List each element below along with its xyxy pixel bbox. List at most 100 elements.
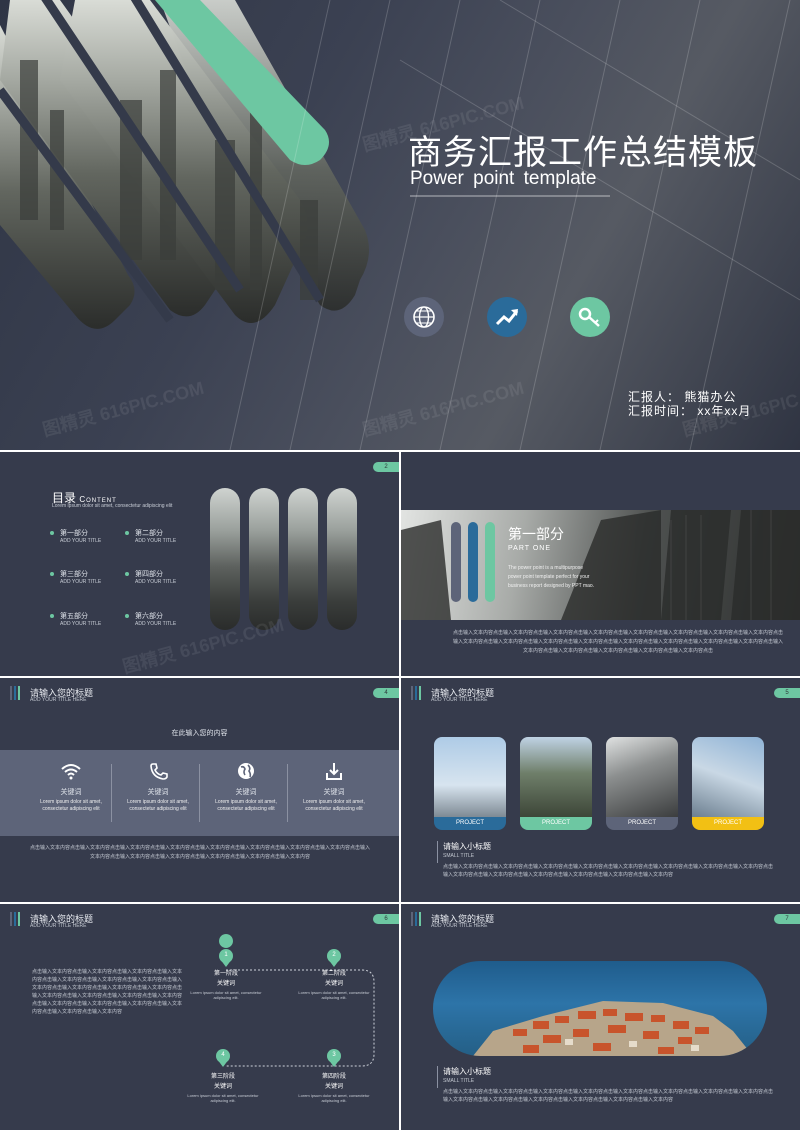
city-capsule-photo	[288, 488, 318, 630]
trend-up-icon	[487, 297, 527, 337]
step-text: Lorem ipsum dolor sit amet, consectetur …	[187, 1093, 259, 1103]
header-bars	[411, 912, 423, 931]
toc-item-sub: ADD YOUR TITLE	[135, 621, 177, 627]
toc-desc: Lorem ipsum dolor sit amet, consectetur …	[52, 503, 173, 509]
step-text: Lorem ipsum dolor sit amet, consectetur …	[298, 1093, 370, 1103]
bullet-icon	[125, 531, 129, 535]
project-photo	[434, 737, 506, 817]
keyword-card: 关键词 Lorem ipsum dolor sit amet, consecte…	[114, 762, 202, 813]
keywords-slide: 请输入您的标题 ADD YOUR TITLE HERE 4 在此输入您的内容 关…	[0, 678, 399, 902]
step-key: 关键词	[213, 1084, 232, 1090]
step-text: Lorem ipsum dolor sit amet, consectetur …	[298, 990, 370, 1000]
part-body: 点击输入文本内容点击输入文本内容点击输入文本内容点击输入文本内容点击输入文本内容…	[453, 630, 784, 654]
divider	[437, 841, 438, 863]
slide-body: 点击输入文本内容点击输入文本内容点击输入文本内容点击输入文本内容点击输入文本内容…	[443, 864, 774, 878]
step-number: 2	[332, 952, 336, 958]
header-bars	[10, 686, 22, 705]
download-icon	[326, 763, 342, 780]
part-title: 第一部分	[508, 526, 564, 542]
divider	[437, 1066, 438, 1088]
project-photo	[520, 737, 592, 817]
toc-item-label: 第三部分	[60, 571, 88, 578]
keyword-card: 关键词 Lorem ipsum dolor sit amet, consecte…	[27, 762, 115, 813]
step-stage: 第一阶段	[213, 971, 238, 977]
header-bars	[411, 686, 423, 705]
timeline-step: 第四阶段 关键词 Lorem ipsum dolor sit amet, con…	[294, 1074, 374, 1103]
project-card[interactable]: PROJECT	[606, 737, 678, 830]
timeline-slide: 请输入您的标题 ADD YOUR TITLE HERE 6 点击输入文本内容点击…	[0, 904, 399, 1130]
timeline-step: 第二阶段 关键词 Lorem ipsum dolor sit amet, con…	[294, 971, 374, 1000]
toc-item-label: 第六部分	[135, 613, 163, 620]
project-photo	[692, 737, 764, 817]
center-prompt: 在此输入您的内容	[171, 730, 228, 737]
cover-slide: 商务汇报工作总结模板 Power point template 汇报人： 熊猫办…	[0, 0, 800, 450]
project-card[interactable]: PROJECT	[434, 737, 506, 830]
keyword-label: 关键词	[235, 789, 257, 796]
city-capsule-photo	[210, 488, 240, 630]
page-number: 7	[774, 914, 800, 924]
keyword-text: Lorem ipsum dolor sit amet, consectetur …	[40, 799, 102, 812]
timeline-step: 第三阶段 关键词 Lorem ipsum dolor sit amet, con…	[183, 1074, 263, 1103]
keyword-label: 关键词	[323, 789, 345, 796]
step-stage: 第四阶段	[321, 1074, 346, 1080]
project-photo	[606, 737, 678, 817]
toc-item-sub: ADD YOUR TITLE	[60, 621, 102, 627]
toc-slide: 2 目录 Content Lorem ipsum dolor sit amet,…	[0, 452, 399, 676]
toc-item-label: 第一部分	[60, 530, 88, 537]
project-card[interactable]: PROJECT	[692, 737, 764, 830]
globe-icon	[238, 763, 254, 779]
toc-item-label: 第四部分	[135, 571, 163, 578]
projects-slide: 请输入您的标题 ADD YOUR TITLE HERE 5 PROJECT PR…	[401, 678, 800, 902]
page-number: 4	[373, 688, 399, 698]
key-icon	[570, 297, 610, 337]
project-label: PROJECT	[606, 817, 678, 830]
small-subtitle: SMALL TITLE	[443, 1078, 475, 1084]
slide-body: 点击输入文本内容点击输入文本内容点击输入文本内容点击输入文本内容点击输入文本内容…	[30, 845, 371, 860]
step-text: Lorem ipsum dolor sit amet, consectetur …	[190, 990, 262, 1000]
part-sub: PART ONE	[508, 545, 552, 552]
small-title: 请输入小标题	[443, 1067, 491, 1076]
step-stage: 第二阶段	[321, 971, 346, 977]
coastal-town-photo	[433, 961, 767, 1056]
timeline-step: 第一阶段 关键词 Lorem ipsum dolor sit amet, con…	[186, 971, 266, 1000]
bullet-icon	[50, 531, 54, 535]
step-number: 1	[224, 952, 228, 958]
toc-item-sub: ADD YOUR TITLE	[60, 538, 102, 544]
bullet-icon	[50, 572, 54, 576]
toc-item-sub: ADD YOUR TITLE	[60, 579, 102, 585]
part-one-slide: 第一部分 PART ONE The power point is a multi…	[401, 452, 800, 676]
keyword-text: Lorem ipsum dolor sit amet, consectetur …	[215, 799, 277, 812]
step-key: 关键词	[216, 981, 235, 987]
slide-body: 点击输入文本内容点击输入文本内容点击输入文本内容点击输入文本内容点击输入文本内容…	[443, 1089, 774, 1103]
small-title: 请输入小标题	[443, 842, 491, 851]
wifi-icon	[61, 764, 81, 780]
slide-subtitle: ADD YOUR TITLE HERE	[431, 923, 488, 929]
accent-bar-green	[485, 522, 495, 602]
keyword-text: Lorem ipsum dolor sit amet, consectetur …	[127, 799, 189, 812]
accent-bar-slate	[451, 522, 461, 602]
keyword-text: Lorem ipsum dolor sit amet, consectetur …	[303, 799, 365, 812]
toc-item-label: 第二部分	[135, 530, 163, 537]
step-number: 4	[221, 1052, 225, 1058]
step-number: 3	[332, 1052, 336, 1058]
page-number: 5	[774, 688, 800, 698]
project-card[interactable]: PROJECT	[520, 737, 592, 830]
globe-icon	[404, 297, 444, 337]
city-capsule-photo	[327, 488, 357, 630]
panorama-slide: 请输入您的标题 ADD YOUR TITLE HERE 7 请输入小标题 SMA…	[401, 904, 800, 1130]
accent-bar-blue	[468, 522, 478, 602]
keyword-label: 关键词	[60, 789, 82, 796]
keyword-card: 关键词 Lorem ipsum dolor sit amet, consecte…	[290, 762, 378, 813]
bullet-icon	[125, 572, 129, 576]
slide-subtitle: ADD YOUR TITLE HERE	[30, 697, 87, 703]
phone-icon	[150, 763, 168, 780]
project-label: PROJECT	[434, 817, 506, 830]
bullet-icon	[125, 614, 129, 618]
step-key: 关键词	[324, 981, 343, 987]
keyword-card: 关键词 Lorem ipsum dolor sit amet, consecte…	[202, 762, 290, 813]
part-desc: The power point is a multipurpose power …	[508, 565, 595, 589]
project-label: PROJECT	[520, 817, 592, 830]
city-photo-strips	[0, 0, 369, 329]
bullet-icon	[50, 614, 54, 618]
project-label: PROJECT	[692, 817, 764, 830]
